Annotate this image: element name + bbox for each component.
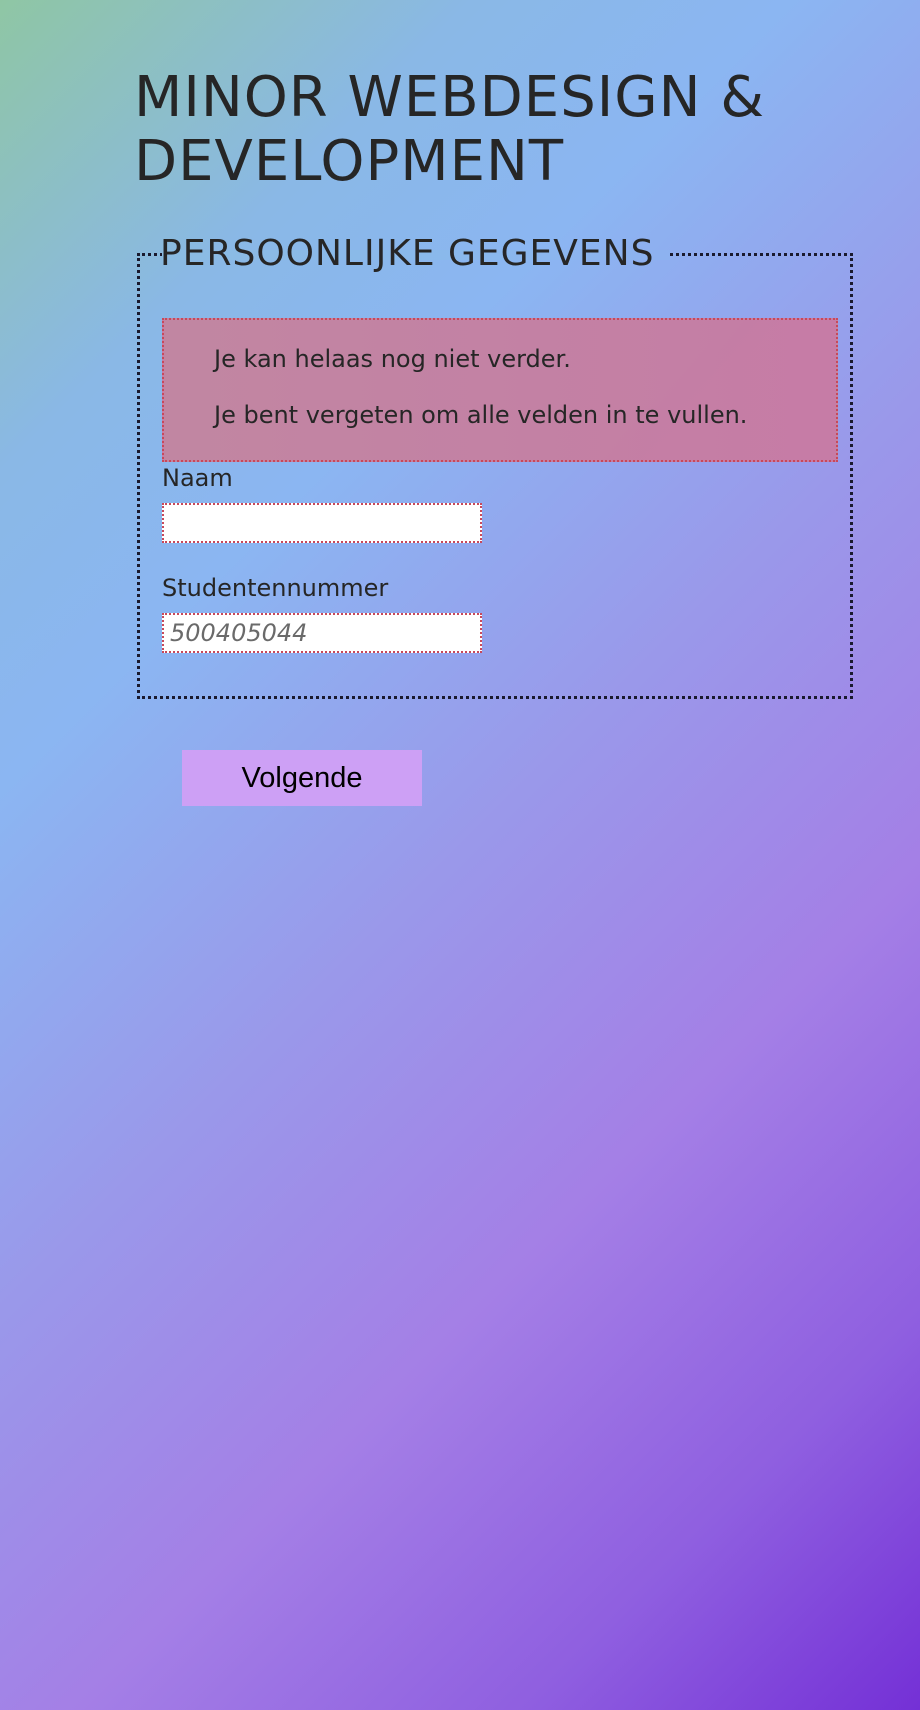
error-message: Je kan helaas nog niet verder.	[214, 345, 571, 373]
page-title: MINOR WEBDESIGN & DEVELOPMENT	[134, 65, 766, 194]
error-message-box: Je kan helaas nog niet verder. Je bent v…	[162, 318, 838, 462]
personal-details-fieldset: PERSOONLIJKE GEGEVENS Je kan helaas nog …	[137, 234, 853, 699]
next-button[interactable]: Volgende	[182, 750, 422, 806]
naam-label: Naam	[162, 464, 233, 492]
error-message: Je bent vergeten om alle velden in te vu…	[214, 401, 748, 429]
fieldset-legend: PERSOONLIJKE GEGEVENS	[160, 233, 655, 274]
naam-input[interactable]	[162, 503, 482, 543]
studentennummer-input[interactable]	[162, 613, 482, 653]
studentennummer-label: Studentennummer	[162, 574, 389, 602]
